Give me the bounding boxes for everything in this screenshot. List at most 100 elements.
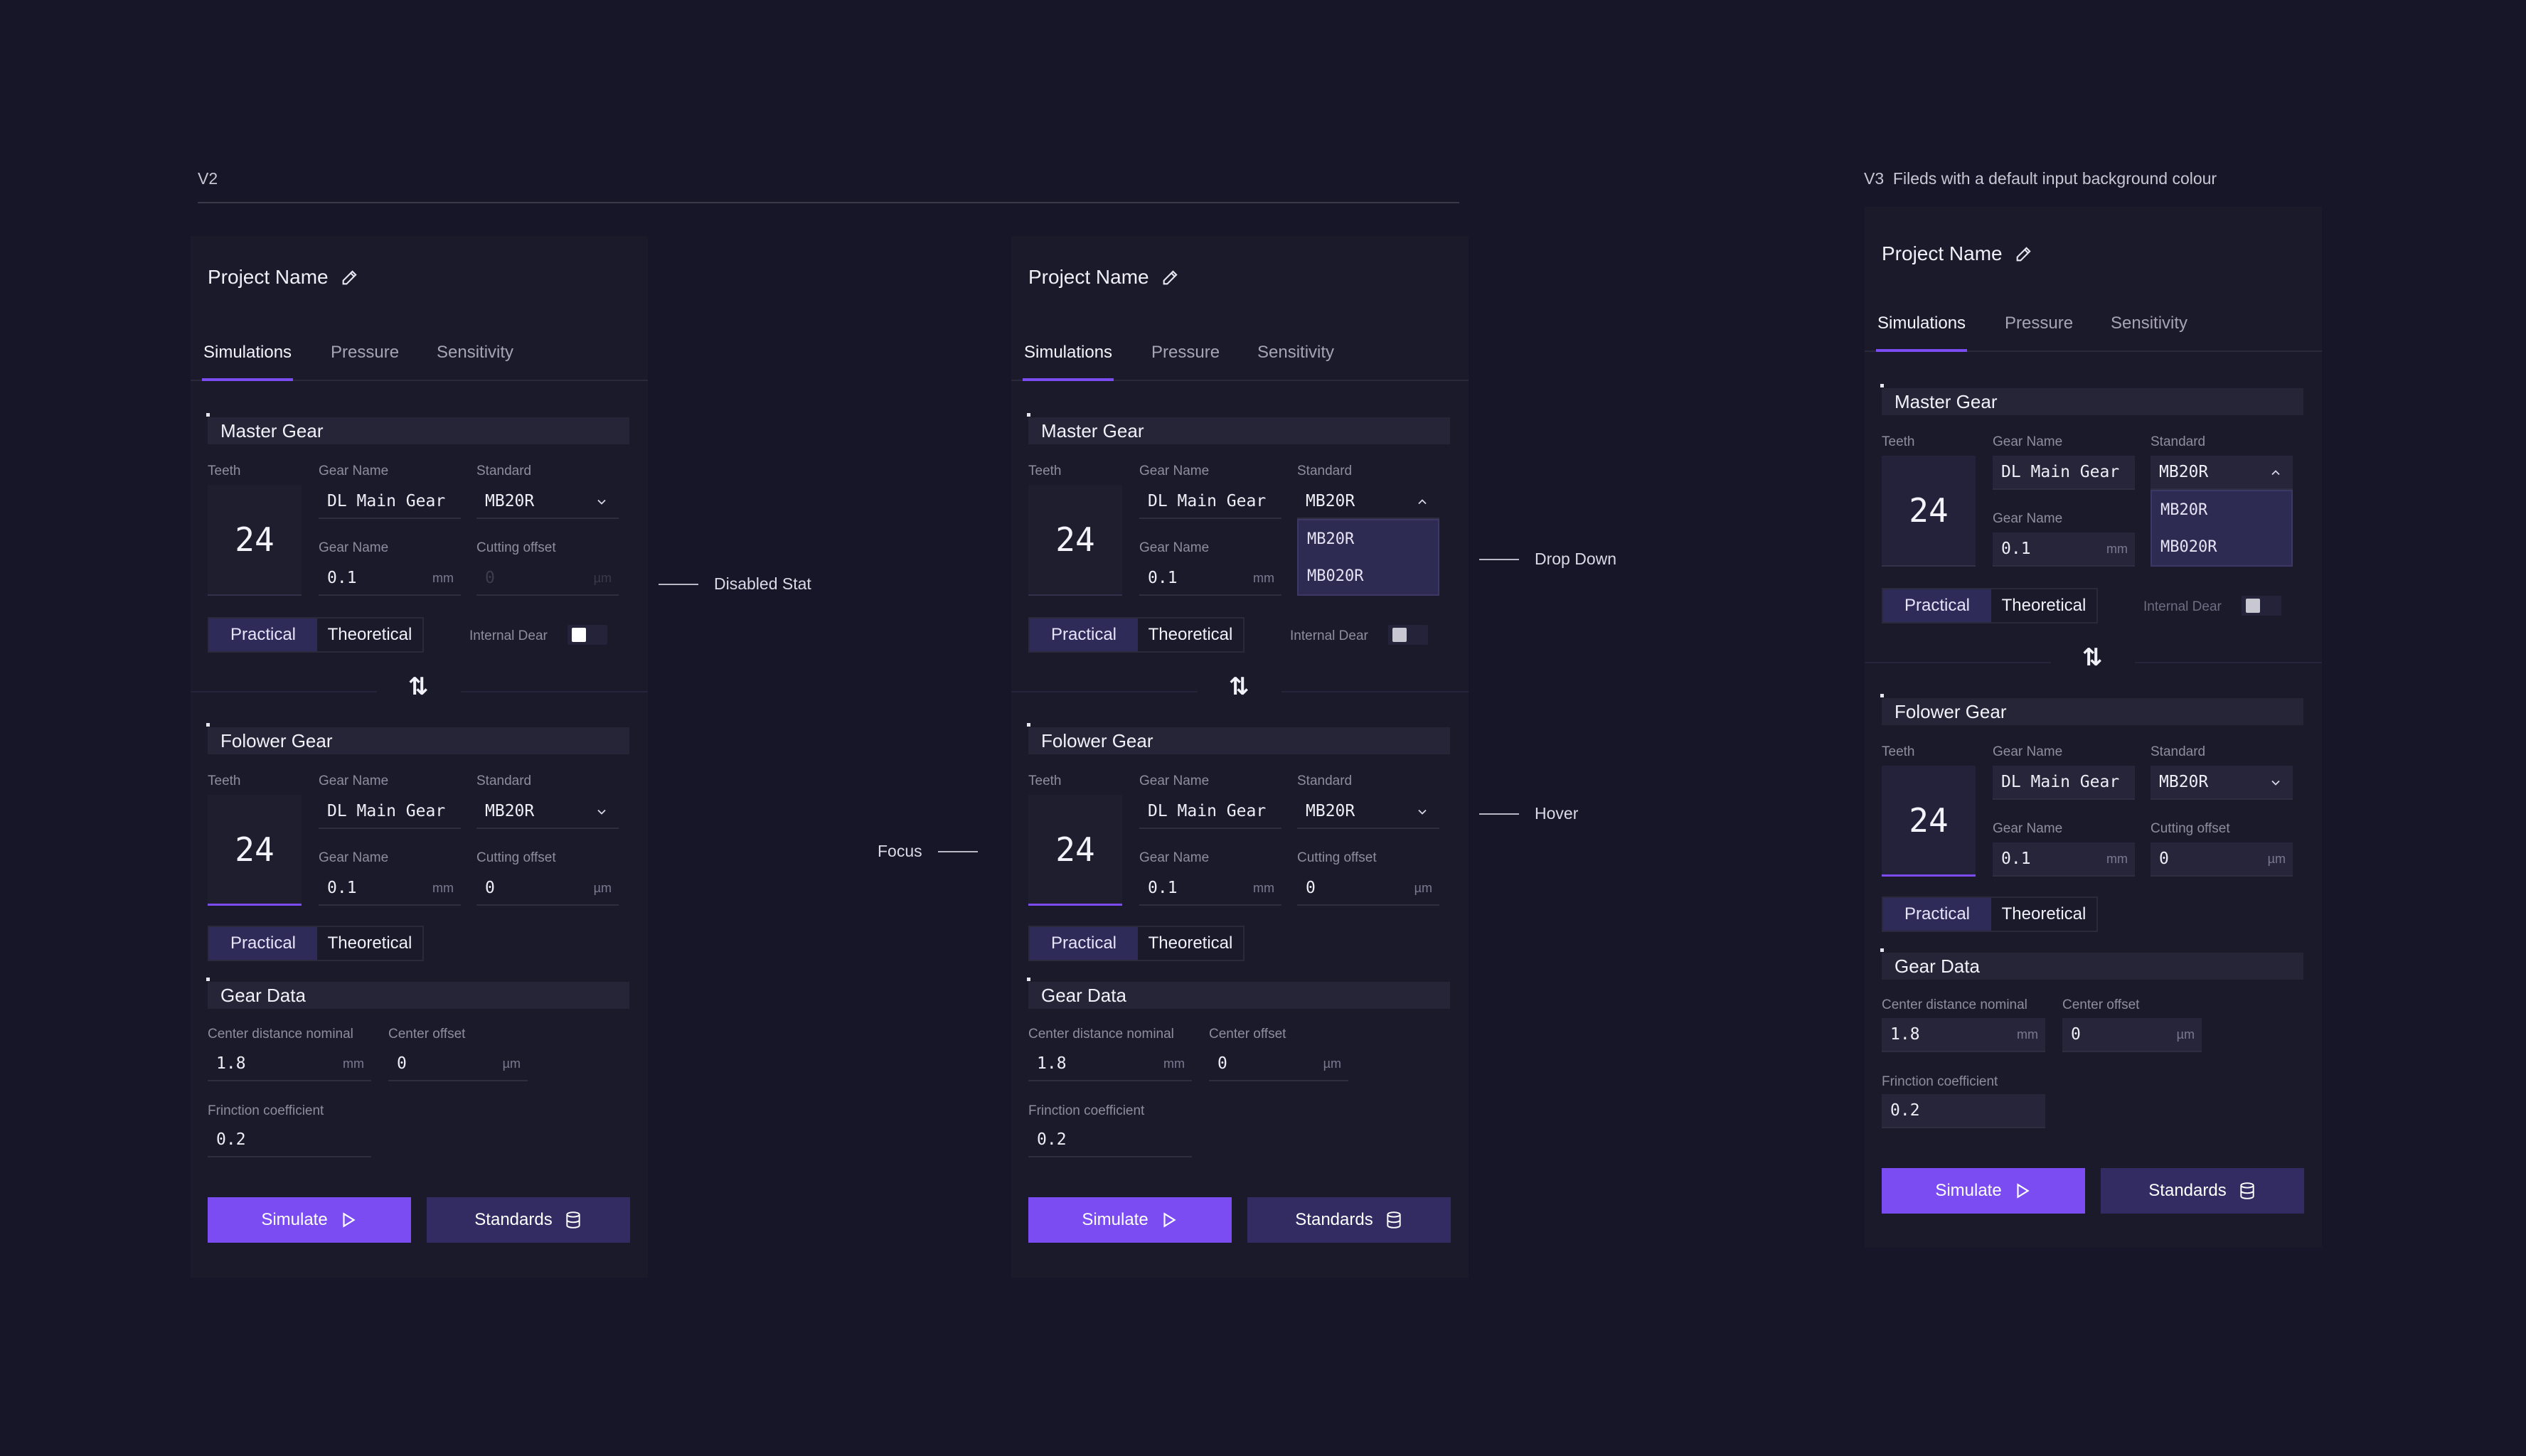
- friction-input[interactable]: 0.2: [1028, 1123, 1192, 1157]
- follower-module-input[interactable]: 0.1 mm: [1993, 842, 2135, 877]
- pencil-icon[interactable]: [1161, 267, 1181, 287]
- standards-button[interactable]: Standards: [1247, 1197, 1451, 1243]
- gear-panel-v3: Project Name Simulations Pressure Sensit…: [1865, 207, 2322, 1248]
- module-label: Gear Name: [1993, 511, 2063, 526]
- master-standard-select[interactable]: MB20R: [476, 485, 619, 519]
- play-icon: [1163, 1212, 1176, 1228]
- calc-mode-segment: Practical Theoretical: [208, 617, 424, 653]
- dropdown-option[interactable]: MB20R: [2152, 491, 2291, 528]
- follower-gear-header: Folower Gear: [206, 723, 629, 754]
- center-distance-input[interactable]: 1.8 mm: [1028, 1047, 1192, 1081]
- dropdown-option[interactable]: MB20R: [1299, 520, 1438, 557]
- theoretical-option[interactable]: Theoretical: [1991, 589, 2096, 622]
- follower-standard-select-hover[interactable]: MB20R: [1297, 795, 1439, 829]
- center-offset-input[interactable]: 0 µm: [2062, 1018, 2202, 1052]
- swap-vertical-icon[interactable]: ⇅: [397, 673, 439, 701]
- theoretical-option[interactable]: Theoretical: [317, 927, 422, 960]
- pencil-icon[interactable]: [340, 267, 360, 287]
- follower-module-input[interactable]: 0.1 mm: [319, 872, 461, 906]
- master-teeth-input[interactable]: 24: [208, 485, 302, 596]
- standard-label: Standard: [2151, 434, 2206, 449]
- master-teeth-input[interactable]: 24: [1028, 485, 1122, 596]
- master-module-input[interactable]: 0.1 mm: [319, 562, 461, 596]
- follower-cutting-offset-input[interactable]: 0 µm: [1297, 872, 1439, 906]
- follower-gear-name-input[interactable]: DL Main Gear: [1993, 766, 2135, 800]
- follower-gear-name-input[interactable]: DL Main Gear: [319, 795, 461, 829]
- master-gear-name-input[interactable]: DL Main Gear: [1139, 485, 1281, 519]
- follower-teeth-input[interactable]: 24: [208, 795, 302, 906]
- follower-gear-header: Folower Gear: [1880, 694, 2303, 725]
- friction-label: Frinction coefficient: [1882, 1074, 1998, 1089]
- internal-gear-label: Internal Dear: [1290, 628, 1368, 643]
- simulate-button[interactable]: Simulate: [1028, 1197, 1232, 1243]
- swap-vertical-icon[interactable]: ⇅: [2071, 643, 2114, 672]
- tab-simulations[interactable]: Simulations: [201, 343, 294, 381]
- master-teeth-input[interactable]: 24: [1882, 456, 1976, 567]
- project-name[interactable]: Project Name: [1028, 266, 1181, 289]
- theoretical-option[interactable]: Theoretical: [317, 619, 422, 651]
- master-standard-select-open[interactable]: MB20R: [2151, 456, 2293, 490]
- theoretical-option[interactable]: Theoretical: [1138, 619, 1243, 651]
- internal-gear-toggle[interactable]: [1388, 625, 1428, 645]
- follower-standard-select[interactable]: MB20R: [476, 795, 619, 829]
- follower-standard-select[interactable]: MB20R: [2151, 766, 2293, 800]
- tab-sensitivity[interactable]: Sensitivity: [1257, 343, 1334, 363]
- internal-gear-toggle[interactable]: [567, 625, 607, 645]
- standards-button[interactable]: Standards: [427, 1197, 630, 1243]
- practical-option[interactable]: Practical: [209, 927, 317, 960]
- friction-input[interactable]: 0.2: [1882, 1094, 2045, 1128]
- practical-option[interactable]: Practical: [1883, 589, 1991, 622]
- v3-note: Fileds with a default input background c…: [1892, 169, 2217, 188]
- tab-simulations[interactable]: Simulations: [1022, 343, 1114, 381]
- practical-option[interactable]: Practical: [1883, 898, 1991, 931]
- center-distance-input[interactable]: 1.8 mm: [1882, 1018, 2045, 1052]
- pencil-icon[interactable]: [2014, 244, 2034, 264]
- friction-label: Frinction coefficient: [208, 1103, 324, 1118]
- friction-input[interactable]: 0.2: [208, 1123, 371, 1157]
- center-offset-input[interactable]: 0 µm: [1209, 1047, 1348, 1081]
- simulate-button[interactable]: Simulate: [208, 1197, 411, 1243]
- follower-cutting-offset-input[interactable]: 0 µm: [476, 872, 619, 906]
- tab-pressure[interactable]: Pressure: [1151, 343, 1220, 363]
- practical-option[interactable]: Practical: [209, 619, 317, 651]
- simulate-button[interactable]: Simulate: [1882, 1168, 2085, 1214]
- tab-pressure[interactable]: Pressure: [2005, 314, 2073, 333]
- master-gear-name-input[interactable]: DL Main Gear: [1993, 456, 2135, 490]
- master-module-input[interactable]: 0.1 mm: [1139, 562, 1281, 596]
- gear-name-label: Gear Name: [1139, 774, 1210, 788]
- internal-gear-toggle[interactable]: [2242, 596, 2281, 616]
- follower-teeth-input-focused[interactable]: 24: [1028, 795, 1122, 906]
- follower-gear-name-input[interactable]: DL Main Gear: [1139, 795, 1281, 829]
- gear-data-header: Gear Data: [1880, 948, 2303, 980]
- center-distance-input[interactable]: 1.8 mm: [208, 1047, 371, 1081]
- follower-module-input[interactable]: 0.1 mm: [1139, 872, 1281, 906]
- practical-option[interactable]: Practical: [1030, 619, 1138, 651]
- dropdown-option[interactable]: MB020R: [2152, 528, 2291, 565]
- master-standard-select-open[interactable]: MB20R: [1297, 485, 1439, 519]
- tab-sensitivity[interactable]: Sensitivity: [437, 343, 513, 363]
- project-name[interactable]: Project Name: [208, 266, 360, 289]
- swap-vertical-icon[interactable]: ⇅: [1217, 673, 1260, 701]
- follower-teeth-input[interactable]: 24: [1882, 766, 1976, 877]
- project-name[interactable]: Project Name: [1882, 242, 2034, 265]
- cutting-offset-label: Cutting offset: [2151, 821, 2230, 836]
- chevron-up-icon: [2271, 470, 2280, 476]
- standards-button[interactable]: Standards: [2101, 1168, 2304, 1214]
- follower-cutting-offset-input[interactable]: 0 µm: [2151, 842, 2293, 877]
- calc-mode-segment: Practical Theoretical: [1028, 926, 1245, 961]
- tab-sensitivity[interactable]: Sensitivity: [2111, 314, 2187, 333]
- tab-pressure[interactable]: Pressure: [331, 343, 399, 363]
- theoretical-option[interactable]: Theoretical: [1138, 927, 1243, 960]
- version-label-v3: V3 Fileds with a default input backgroun…: [1864, 169, 2217, 188]
- standard-label: Standard: [1297, 774, 1353, 788]
- standard-label: Standard: [476, 774, 532, 788]
- center-offset-input[interactable]: 0 µm: [388, 1047, 528, 1081]
- master-gear-name-input[interactable]: DL Main Gear: [319, 485, 461, 519]
- version-divider: [198, 202, 1459, 203]
- tab-simulations[interactable]: Simulations: [1875, 314, 1968, 352]
- dropdown-option[interactable]: MB020R: [1299, 557, 1438, 594]
- center-offset-label: Center offset: [1209, 1027, 1286, 1042]
- practical-option[interactable]: Practical: [1030, 927, 1138, 960]
- master-module-input[interactable]: 0.1 mm: [1993, 532, 2135, 567]
- theoretical-option[interactable]: Theoretical: [1991, 898, 2096, 931]
